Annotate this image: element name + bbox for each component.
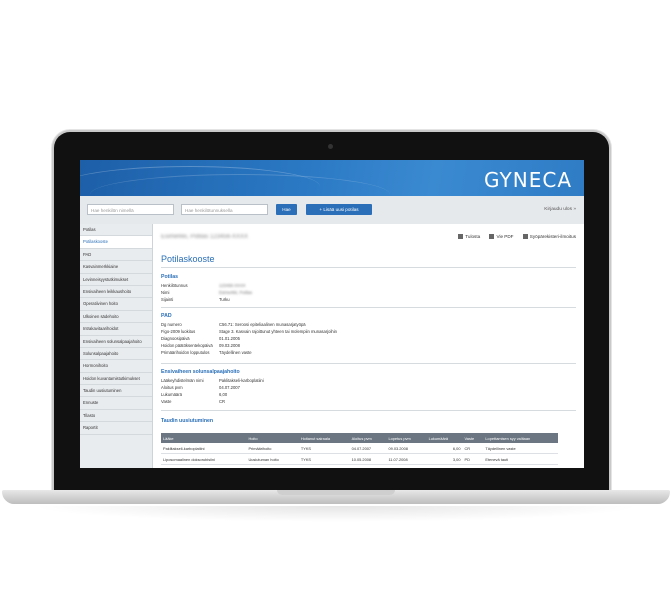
sidebar-item[interactable]: PAD (80, 249, 152, 262)
name-search-input[interactable]: Hae henkilön nimellä (87, 204, 174, 215)
table-row[interactable]: Paklitakseli-karboplatiini Primäärihoito… (161, 443, 558, 454)
sidebar-item[interactable]: Solunsalpaajahoito (80, 348, 152, 361)
section-first-chemo-heading: Ensivaiheen solunsalpaajahoito (161, 369, 240, 375)
search-button[interactable]: Hae (276, 204, 297, 215)
sidebar-item[interactable]: Tilasto (80, 410, 152, 423)
camera-icon (328, 144, 333, 149)
search-bar: Hae henkilön nimellä Hae henkilötunnukse… (80, 196, 584, 225)
kv-row: Diagnoosipäivä 01.01.2005 (161, 336, 240, 341)
add-patient-button[interactable]: + Lisää uusi potilas (306, 204, 372, 215)
divider (161, 267, 576, 268)
column-header[interactable]: Lääke (161, 433, 247, 443)
print-link[interactable]: Tulosta (458, 234, 480, 239)
sidebar-item[interactable]: Raportit (80, 422, 152, 435)
divider (161, 307, 576, 308)
patient-name-title: Esimerkki, Potilas 123456-XXXX (161, 234, 249, 240)
sidebar-item[interactable]: Ensivaiheen leikkaushoito (80, 286, 152, 299)
sidebar-item[interactable]: Ensivaiheen solunsalpaajahoito (80, 336, 152, 348)
divider (161, 363, 576, 364)
kv-row: Lukumäärä 6,00 (161, 392, 228, 397)
kv-row: Hoidon päätöksentekopäivä 09.03.2008 (161, 343, 240, 348)
table-cell: Etenevä tauti (483, 453, 558, 465)
pdf-link[interactable]: Vie PDF (489, 234, 514, 239)
sidebar-item[interactable]: Operatiivinen hoito (80, 298, 152, 311)
kv-row: Nimi Esimerkki, Potilas (161, 290, 253, 295)
table-cell: 11.07.2008 (386, 453, 427, 465)
sidebar-item[interactable]: Ulkoinen sädehoito (80, 311, 152, 324)
table-row[interactable]: Liposomaalinen doksorubisiini Uusiutuman… (161, 453, 558, 465)
app-header: GYNECA (80, 160, 584, 196)
table-cell: 09.03.2008 (386, 443, 427, 454)
recurrence-table: Lääke Hoito Hoitanut sairaala Aloitus pv… (161, 433, 558, 465)
register-label: Syöpärekisteri-ilmoitus (529, 234, 576, 239)
divider (161, 410, 576, 411)
kv-row: Primäärihoidon lopputulos Täydellinen vas… (161, 350, 252, 355)
kv-row: Lääkeyhdistelmän nimi Paklitakseli-karbop… (161, 378, 264, 383)
column-header[interactable]: Aloitus pvm (349, 433, 387, 443)
laptop-shadow (30, 506, 642, 522)
kv-row: Sijainti Turku (161, 297, 230, 302)
table-cell: Primäärihoito (246, 443, 299, 454)
section-pad-heading: PAD (161, 313, 172, 319)
column-header[interactable]: Vaste (462, 433, 484, 443)
pdf-icon (489, 234, 495, 239)
id-search-input[interactable]: Hae henkilötunnuksella (181, 204, 268, 215)
sidebar-item[interactable]: Hormonihoito (80, 360, 152, 373)
section-patient-heading: Potilas (161, 274, 179, 280)
document-icon (522, 234, 528, 239)
kv-row: Dg numero C56.71: Seroosi epiteliaalinen … (161, 322, 306, 327)
sidebar-item[interactable]: Kasvainmerkkiaine (80, 261, 152, 274)
kv-row: Aloitus pvm 04.07.2007 (161, 385, 240, 390)
sidebar-item[interactable]: Intrakavitaarihoidot (80, 323, 152, 336)
sidebar-item[interactable]: Potilas (80, 224, 152, 237)
app-screen: GYNECA Hae henkilön nimellä Hae henkilöt… (80, 160, 584, 468)
column-header[interactable]: Hoito (246, 433, 299, 443)
page-title: Potilaskooste (161, 254, 215, 264)
register-link[interactable]: Syöpärekisteri-ilmoitus (522, 234, 576, 239)
main-content: Esimerkki, Potilas 123456-XXXX Tulosta V… (153, 224, 584, 468)
pdf-label: Vie PDF (496, 234, 514, 239)
logout-link[interactable]: Kirjaudu ulos » (544, 207, 576, 212)
sidebar-item[interactable]: Levinneisyystutkimukset (80, 274, 152, 286)
print-label: Tulosta (465, 234, 481, 239)
sidebar-nav: Potilas Potilaskooste PAD Kasvainmerkkiaine… (80, 224, 153, 468)
kv-row: Vaste CR (161, 399, 226, 404)
table-cell: TYKS (298, 443, 350, 454)
table-cell: TYKS (298, 453, 350, 465)
printer-icon (458, 234, 464, 239)
column-header[interactable]: Lopetus pvm (386, 433, 427, 443)
column-header[interactable]: Hoitanut sairaala (298, 433, 350, 443)
sidebar-item[interactable]: Hoidon kuvantamistutkimukset (80, 373, 152, 386)
column-header[interactable]: Lukumäärä (426, 433, 463, 443)
kv-row: Henkilötunnus 123456-XXXX (161, 283, 246, 288)
app-logo: GYNECA (484, 168, 572, 192)
action-links: Tulosta Vie PDF Syöpärekisteri-ilmoitus (450, 234, 576, 239)
sidebar-item[interactable]: Taudin uusiutuminen (80, 385, 152, 398)
table-cell: Paklitakseli-karboplatiini (161, 443, 247, 454)
sidebar-item[interactable]: Ennuste (80, 397, 152, 410)
table-cell: Täydellinen vaste (483, 443, 558, 454)
laptop-base (2, 490, 670, 504)
column-header[interactable]: Lopettamisen syy valitaan (483, 433, 558, 443)
table-cell: 3,00 (426, 453, 463, 465)
section-recurrence-heading: Taudin uusiutuminen (161, 418, 214, 424)
table-cell: PD (462, 453, 484, 465)
table-header-row: Lääke Hoito Hoitanut sairaala Aloitus pv… (161, 433, 558, 443)
table-cell: 10.05.2008 (349, 453, 387, 465)
table-cell: Uusiutuman hoito (246, 453, 299, 465)
table-cell: Liposomaalinen doksorubisiini (161, 453, 247, 465)
table-cell: 6,00 (426, 443, 463, 454)
table-cell: CR (462, 443, 484, 454)
table-cell: 04.07.2007 (349, 443, 387, 454)
sidebar-item[interactable]: Potilaskooste (80, 236, 152, 249)
laptop-notch (277, 490, 395, 495)
kv-row: Figo-2009 luokitus Stage 3. Kasvain rajoi… (161, 329, 338, 334)
